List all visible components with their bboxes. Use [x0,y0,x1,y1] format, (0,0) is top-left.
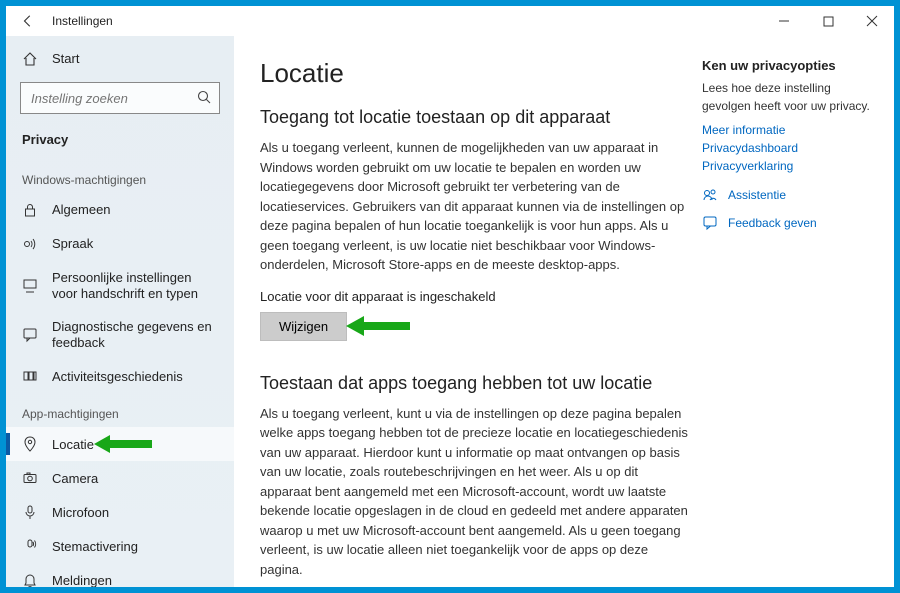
voice-icon [22,538,38,554]
sidebar-item-label: Start [52,51,218,67]
sidebar-home[interactable]: Start [6,42,234,76]
content-area: Locatie Toegang tot locatie toestaan op … [234,36,894,587]
section-description: Als u toegang verleent, kunnen de mogeli… [260,138,690,275]
sidebar-item-label: Algemeen [52,202,218,218]
sidebar-group-heading: App-machtigingen [6,393,234,427]
get-help-link[interactable]: Assistentie [702,187,874,203]
bell-icon [22,572,38,587]
right-description: Lees hoe deze instelling gevolgen heeft … [702,79,874,115]
close-button[interactable] [850,6,894,36]
search-input[interactable] [20,82,220,114]
settings-window: Instellingen Start Priv [6,6,894,587]
window-title: Instellingen [50,14,113,28]
sidebar-item-label: Meldingen [52,573,218,587]
sidebar-item-voice-activation[interactable]: Stemactivering [6,529,234,563]
minimize-button[interactable] [762,6,806,36]
sidebar-item-diagnostics[interactable]: Diagnostische gegevens en feedback [6,310,234,359]
sidebar-item-label: Camera [52,471,218,487]
sidebar-item-label: Diagnostische gegevens en feedback [52,319,218,350]
sidebar-item-activity[interactable]: Activiteitsgeschiedenis [6,359,234,393]
maximize-button[interactable] [806,6,850,36]
lock-icon [22,202,38,218]
location-status: Locatie voor dit apparaat is ingeschakel… [260,289,868,304]
microphone-icon [22,504,38,520]
change-button[interactable]: Wijzigen [260,312,347,341]
right-heading: Ken uw privacyopties [702,58,874,73]
feedback-icon [22,327,38,343]
location-icon [22,436,38,452]
sidebar-item-location[interactable]: Locatie [6,427,234,461]
sidebar-item-label: Activiteitsgeschiedenis [52,369,218,385]
sidebar-item-label: Locatie [52,437,218,453]
sidebar-item-label: Spraak [52,236,218,252]
back-button[interactable] [6,14,50,28]
sidebar-item-speech[interactable]: Spraak [6,227,234,261]
sidebar-item-general[interactable]: Algemeen [6,193,234,227]
give-feedback-link[interactable]: Feedback geven [702,215,874,231]
privacy-dashboard-link[interactable]: Privacydashboard [702,139,874,157]
sidebar-item-inking[interactable]: Persoonlijke instellingen voor handschri… [6,261,234,310]
right-column: Ken uw privacyopties Lees hoe deze inste… [702,58,874,231]
sidebar-item-microphone[interactable]: Microfoon [6,495,234,529]
titlebar: Instellingen [6,6,894,36]
more-info-link[interactable]: Meer informatie [702,121,874,139]
annotation-arrow-icon [346,314,412,338]
sidebar-search [20,82,220,114]
section-heading: Toestaan dat apps toegang hebben tot uw … [260,373,868,394]
sidebar-item-label: Microfoon [52,505,218,521]
sidebar-item-label: Persoonlijke instellingen voor handschri… [52,270,218,301]
sidebar: Start Privacy Windows-machtigingen Algem… [6,36,234,587]
sidebar-group-heading: Windows-machtigingen [6,159,234,193]
speech-icon [22,236,38,252]
inking-icon [22,278,38,294]
sidebar-current-category: Privacy [6,124,234,159]
history-icon [22,368,38,384]
section-description: Als u toegang verleent, kunt u via de in… [260,404,690,580]
sidebar-item-label: Stemactivering [52,539,218,555]
search-icon [196,89,212,108]
camera-icon [22,470,38,486]
privacy-statement-link[interactable]: Privacyverklaring [702,157,874,175]
home-icon [22,51,38,67]
sidebar-item-camera[interactable]: Camera [6,461,234,495]
sidebar-item-notifications[interactable]: Meldingen [6,563,234,587]
